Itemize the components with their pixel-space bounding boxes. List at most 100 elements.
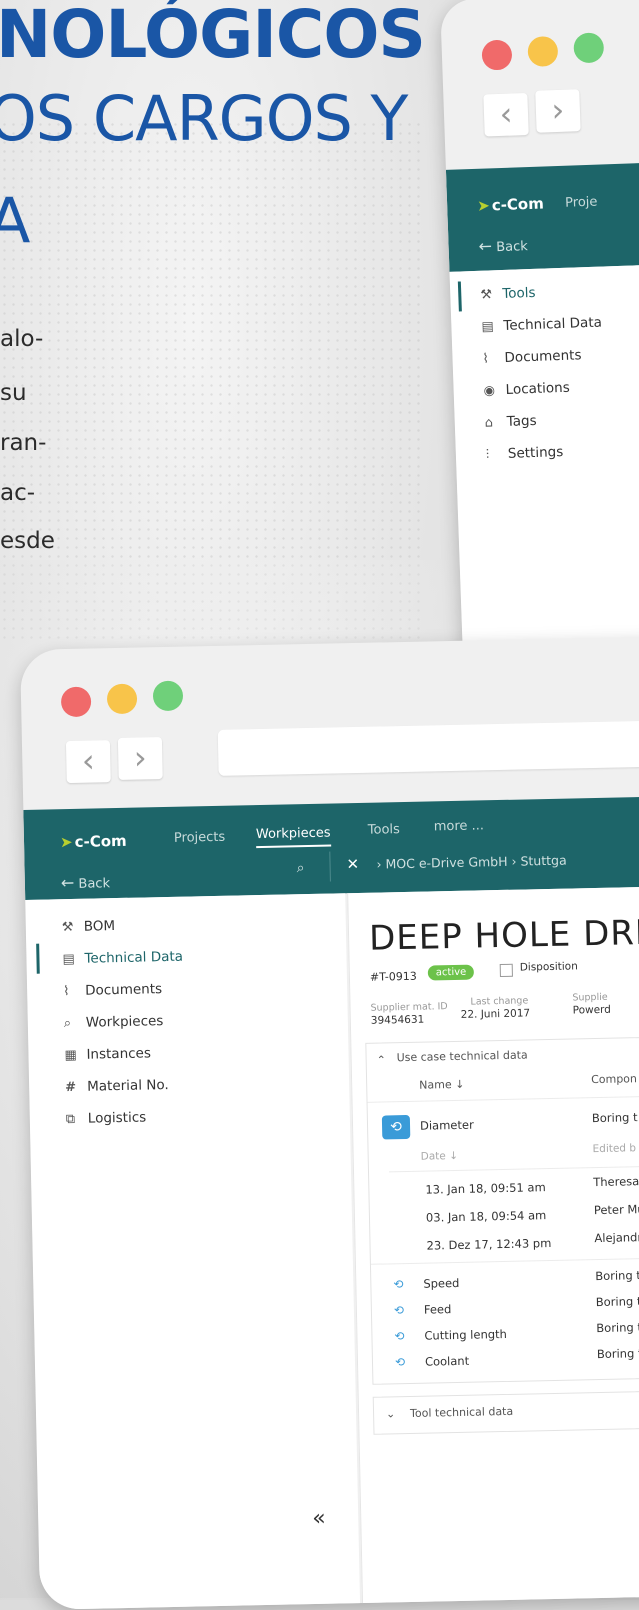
- panel-title[interactable]: Tool technical data: [410, 1405, 513, 1420]
- search-icon[interactable]: ⌕: [296, 860, 304, 876]
- disposition-checkbox[interactable]: [499, 963, 513, 978]
- sidebar-item-tags[interactable]: ⌂ Tags: [484, 412, 537, 431]
- tool-id: #T-0913: [369, 969, 417, 984]
- sidebar-item-workpieces[interactable]: ⌕ Workpieces: [64, 1013, 164, 1031]
- meta-value: Powerd: [572, 1003, 612, 1017]
- row-name[interactable]: Feed: [424, 1302, 452, 1317]
- row-component: Boring t: [596, 1346, 639, 1362]
- history-column-date[interactable]: Date ↓: [421, 1150, 458, 1163]
- sidebar-item-documents[interactable]: ⌇ Documents: [63, 981, 162, 999]
- body-text-line-4: ac-: [0, 480, 36, 506]
- close-traffic-light[interactable]: [60, 686, 92, 718]
- nav-workpieces-link[interactable]: Workpieces: [255, 825, 331, 849]
- history-editor: Peter Mu: [593, 1202, 639, 1218]
- sidebar-item-locations[interactable]: ◉ Locations: [483, 380, 570, 399]
- browser-forward-icon[interactable]: ›: [535, 89, 581, 133]
- clipboard-icon: ▤: [481, 319, 494, 335]
- minimize-traffic-light[interactable]: [106, 683, 138, 715]
- sidebar-item-instances[interactable]: ▦ Instances: [64, 1045, 151, 1063]
- row-name[interactable]: Speed: [423, 1276, 459, 1291]
- panel-title[interactable]: Use case technical data: [396, 1048, 527, 1064]
- history-editor: Theresa: [593, 1174, 639, 1190]
- nav-tools-link[interactable]: Tools: [368, 822, 400, 838]
- c-com-logo[interactable]: ➤c-Com: [60, 832, 127, 851]
- back-link[interactable]: ← Back: [61, 872, 110, 892]
- row-component: Boring t: [595, 1268, 639, 1284]
- nav-more-link[interactable]: more ...: [434, 818, 485, 834]
- minimize-traffic-light[interactable]: [527, 35, 559, 67]
- page-title: DEEP HOLE DRILL: [368, 912, 639, 959]
- sidebar-item-documents[interactable]: ⌇ Documents: [482, 347, 581, 366]
- app-header: ➤c-Com Proje ← Back: [445, 161, 639, 272]
- logistics-icon: ⧉: [65, 1111, 76, 1128]
- row-name[interactable]: Cutting length: [424, 1327, 507, 1343]
- front-browser-window: ‹ › ➤ c-Com Projects Workpieces Tools mor…: [20, 636, 639, 1610]
- sidebar-item-label: Documents: [504, 347, 582, 366]
- nav-projects-link[interactable]: Proje: [565, 195, 598, 211]
- history-icon[interactable]: ⟲: [394, 1303, 408, 1317]
- column-header-name[interactable]: Name ↓: [419, 1078, 464, 1092]
- sidebar-item-label: Technical Data: [503, 314, 603, 334]
- browser-forward-icon[interactable]: ›: [117, 737, 163, 780]
- address-bar[interactable]: [217, 720, 639, 776]
- sidebar-item-label: Material No.: [86, 1076, 169, 1095]
- close-traffic-light[interactable]: [481, 39, 513, 71]
- c-com-logo[interactable]: ➤c-Com: [477, 195, 544, 215]
- breadcrumb-location[interactable]: Stuttga: [520, 853, 566, 869]
- sidebar-item-technical-data[interactable]: ▤ Technical Data: [481, 315, 602, 335]
- use-case-panel: ⌃ Use case technical data Name ↓ Compon …: [365, 1035, 639, 1385]
- chevron-down-icon[interactable]: ⌄: [386, 1407, 395, 1420]
- headline-line-1: NOLÓGICOS: [0, 0, 426, 73]
- history-toggle-icon[interactable]: ⟲: [381, 1114, 411, 1140]
- logo-arrow-icon: ➤: [476, 196, 491, 215]
- sidebar-item-label: Settings: [507, 443, 564, 462]
- row-name[interactable]: Diameter: [420, 1118, 474, 1133]
- sidebar: ⚒ Tools ▤ Technical Data ⌇ Documents ◉ Locat…: [449, 263, 639, 660]
- sidebar-item-technical-data[interactable]: ▤ Technical Data: [62, 949, 183, 968]
- divider: [389, 1164, 639, 1173]
- breadcrumb-separator: ›: [376, 856, 386, 872]
- sidebar-item-material-no[interactable]: # Material No.: [65, 1077, 169, 1095]
- history-date: 13. Jan 18, 09:51 am: [425, 1180, 546, 1197]
- chevron-up-icon[interactable]: ⌃: [377, 1053, 386, 1066]
- browser-back-icon[interactable]: ‹: [65, 740, 111, 784]
- sidebar-item-label: Workpieces: [85, 1013, 164, 1031]
- collapse-sidebar-button[interactable]: «: [312, 1506, 326, 1531]
- sidebar: ⚒ BOM ▤ Technical Data ⌇ Documents ⌕ Workpie…: [25, 893, 361, 1610]
- history-icon[interactable]: ⟲: [394, 1329, 408, 1343]
- history-date: 23. Dez 17, 12:43 pm: [426, 1236, 552, 1253]
- breadcrumb: › MOC e-Drive GmbH › Stuttga: [376, 853, 566, 872]
- sidebar-item-label: Tags: [506, 412, 537, 430]
- workpiece-search-icon: ⌕: [63, 1016, 72, 1032]
- row-name[interactable]: Coolant: [425, 1354, 469, 1369]
- paperclip-icon: ⌇: [482, 351, 490, 367]
- back-link[interactable]: ← Back: [478, 235, 528, 255]
- history-column-edited-by[interactable]: Edited b: [592, 1142, 636, 1155]
- maximize-traffic-light[interactable]: [152, 680, 184, 712]
- sidebar-item-bom[interactable]: ⚒ BOM: [62, 918, 116, 935]
- breadcrumb-separator: ›: [507, 853, 521, 869]
- sidebar-item-label: Tools: [502, 284, 536, 303]
- history-icon[interactable]: ⟲: [393, 1277, 407, 1291]
- wrench-icon: ⚒: [480, 287, 493, 303]
- sidebar-item-settings[interactable]: ⫶ Settings: [486, 444, 564, 463]
- tool-technical-panel[interactable]: ⌄ Tool technical data: [372, 1389, 639, 1435]
- nav-projects-link[interactable]: Projects: [174, 830, 226, 846]
- history-icon[interactable]: ⟲: [395, 1355, 409, 1369]
- browser-back-icon[interactable]: ‹: [483, 93, 529, 137]
- maximize-traffic-light[interactable]: [573, 32, 605, 64]
- close-icon[interactable]: ✕: [346, 855, 359, 873]
- column-header-component[interactable]: Compon: [591, 1072, 637, 1086]
- sidebar-item-tools[interactable]: ⚒ Tools: [480, 285, 536, 303]
- sidebar-item-logistics[interactable]: ⧉ Logistics: [66, 1109, 147, 1127]
- sidebar-item-label: Instances: [86, 1045, 152, 1063]
- sidebar-item-label: Locations: [505, 379, 571, 398]
- breadcrumb-root[interactable]: MOC e-Drive GmbH: [385, 854, 507, 872]
- row-component: Boring t: [595, 1294, 639, 1310]
- divider: [370, 1256, 639, 1265]
- paperclip-icon: ⌇: [63, 984, 70, 1000]
- app-header: ➤ c-Com Projects Workpieces Tools more ..…: [23, 796, 639, 900]
- clipboard-icon: ▤: [62, 951, 75, 968]
- logo-text: c-Com: [74, 831, 127, 851]
- sidebar-item-label: BOM: [83, 918, 116, 935]
